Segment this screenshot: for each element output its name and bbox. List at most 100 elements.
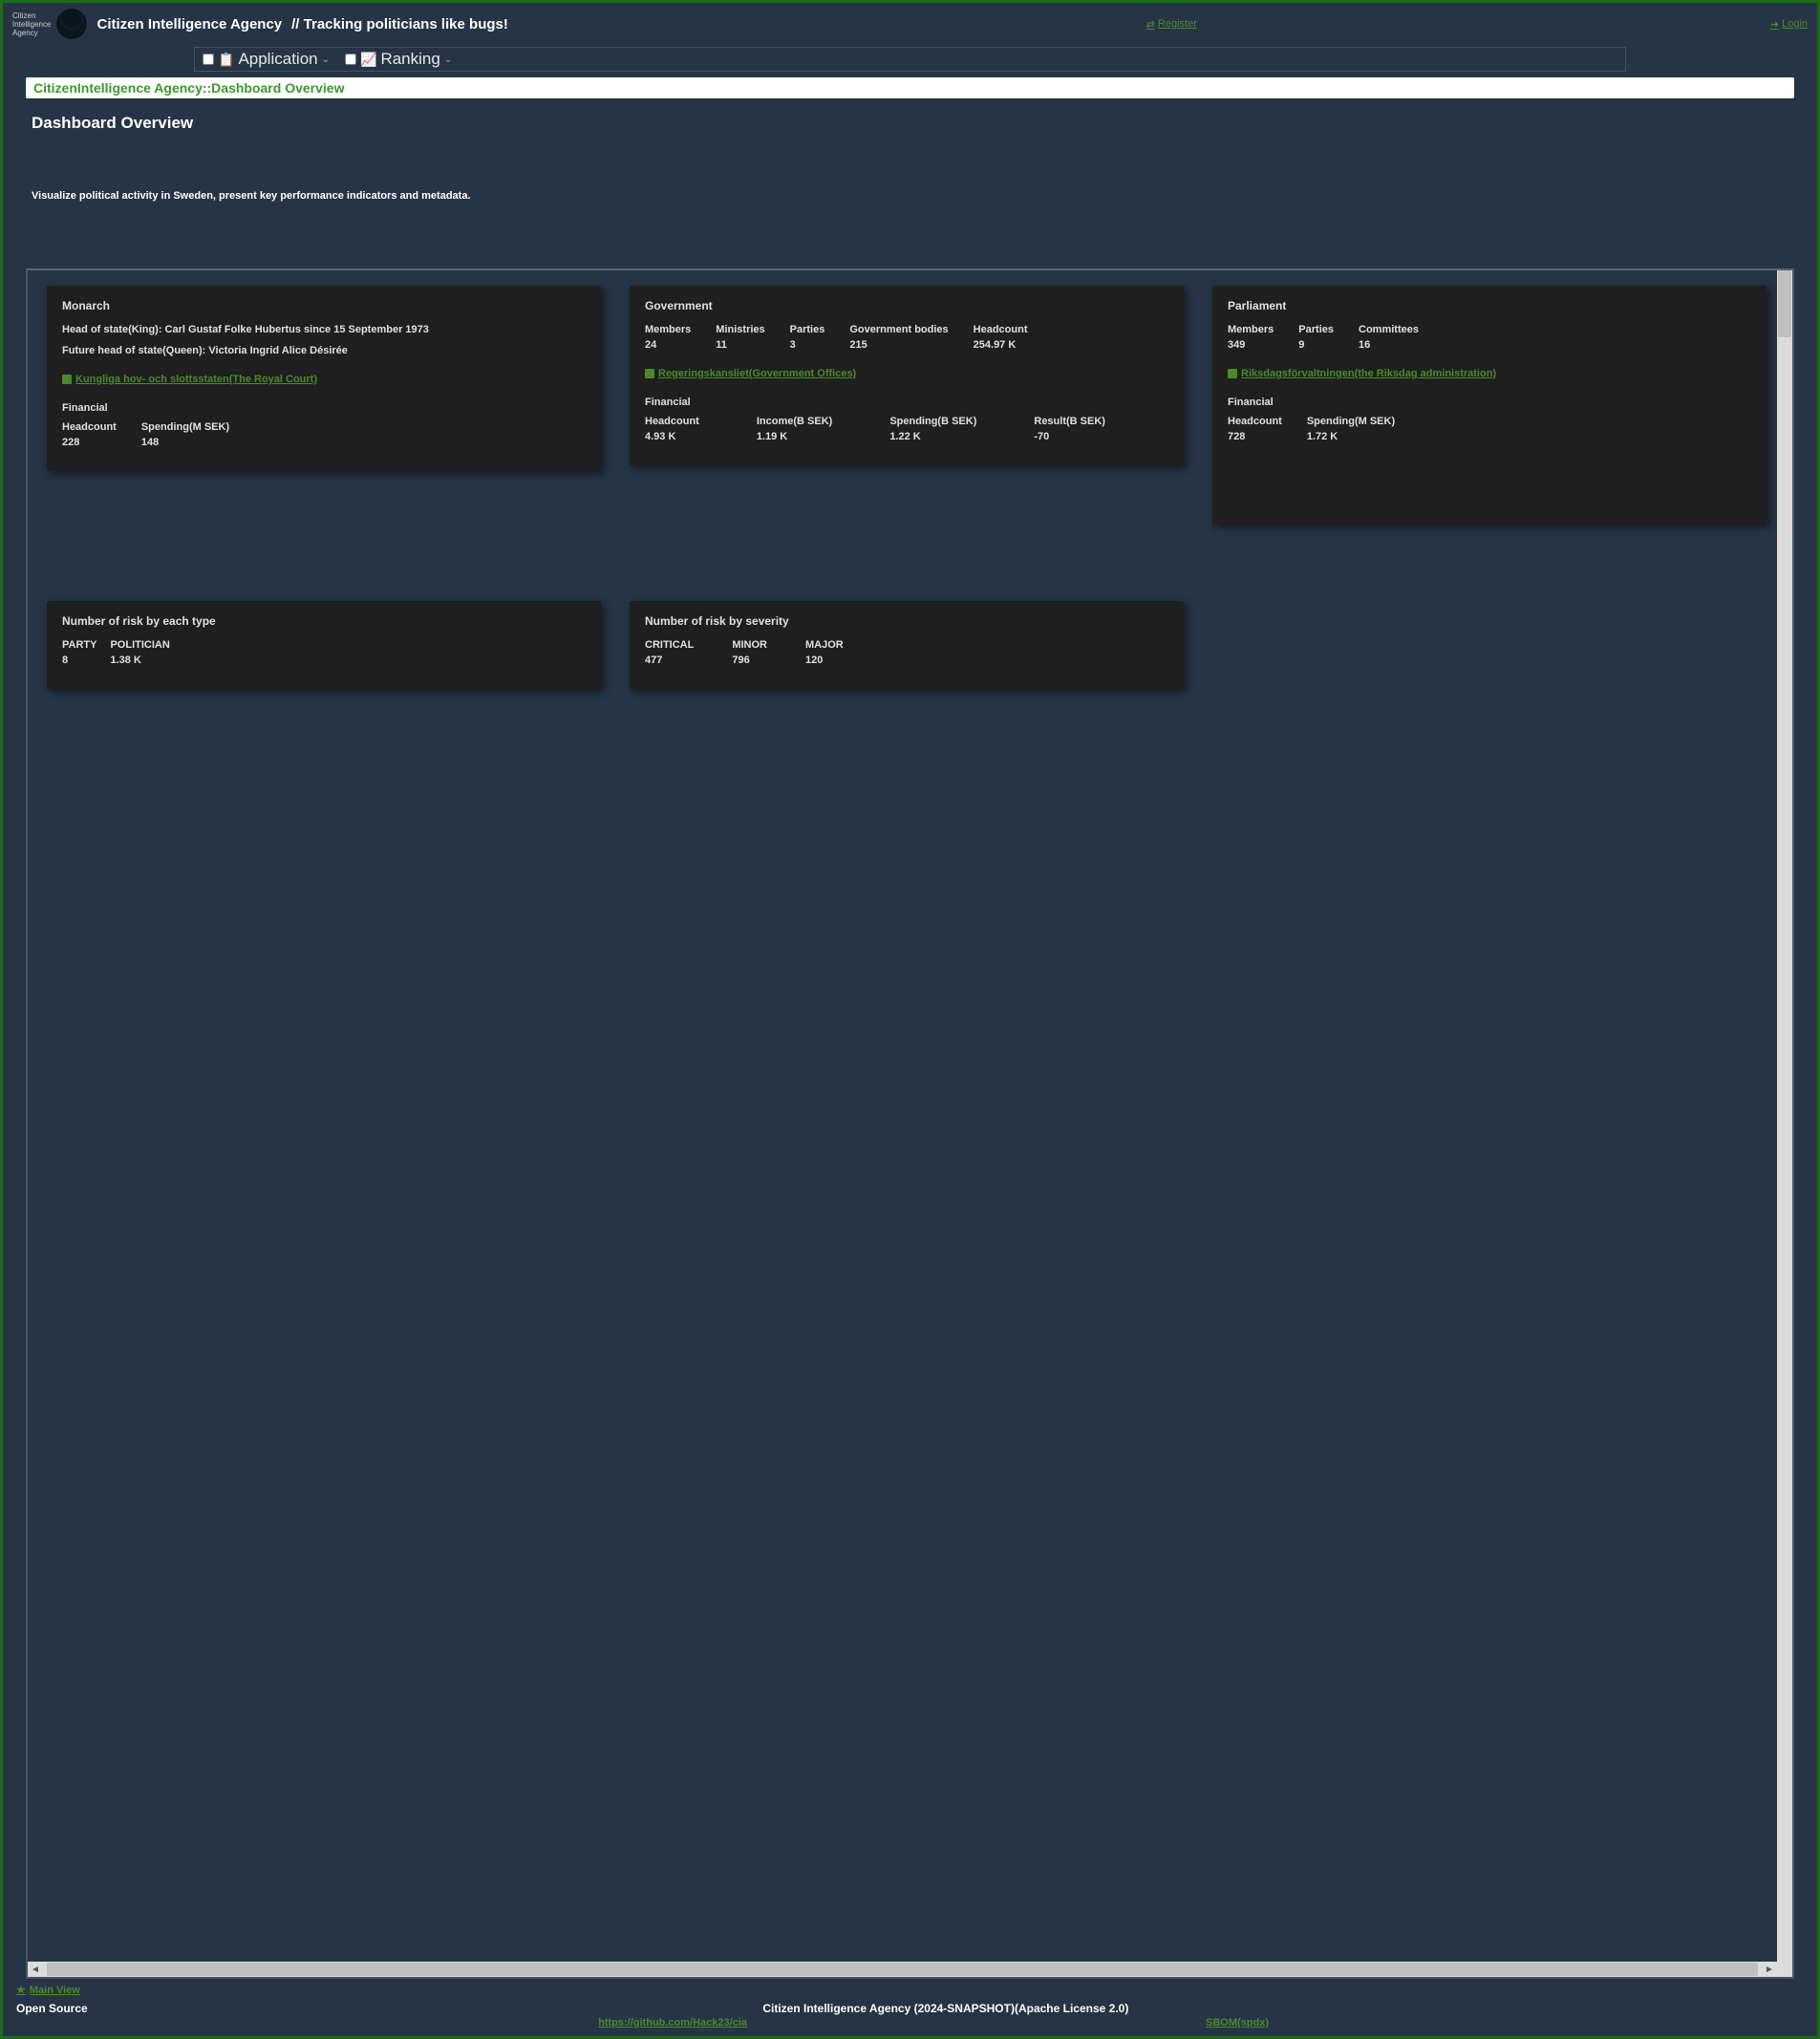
stat-value: 215 (849, 339, 948, 351)
star-icon: ★ (16, 1984, 26, 1996)
menu-application[interactable]: 📋 Application ⌄ (199, 50, 333, 69)
stat-label: Government bodies (849, 324, 948, 335)
stat-item: MAJOR 120 (805, 639, 844, 666)
stat-label: POLITICIAN (110, 639, 169, 651)
menu-application-label: Application (238, 50, 317, 69)
government-link[interactable]: Regeringskansliet(Government Offices) (645, 368, 856, 379)
scroll-corner (1777, 1962, 1792, 1977)
stat-item: Parties3 (790, 324, 825, 351)
monarch-link[interactable]: Kungliga hov- och slottsstaten(The Royal… (62, 374, 317, 385)
login-label: Login (1782, 18, 1808, 30)
login-link[interactable]: ➜ Login (1770, 18, 1808, 31)
stat-item: Spending(M SEK)1.72 K (1307, 416, 1395, 442)
github-link[interactable]: https://github.com/Hack23/cia (598, 2017, 747, 2028)
logo-text: Citizen Intelligence Agency (12, 11, 51, 37)
scroll-right-arrow[interactable]: ► (1762, 1962, 1777, 1977)
risk-severity-card: Number of risk by severity CRITICAL477 M… (630, 601, 1184, 689)
government-fin-stats: Headcount4.93 K Income(B SEK)1.19 K Spen… (645, 416, 1168, 442)
stat-label: Result(B SEK) (1034, 416, 1105, 427)
stat-value: 728 (1228, 431, 1282, 442)
stat-item: Ministries11 (716, 324, 764, 351)
monarch-financial-title: Financial (62, 402, 586, 414)
stat-value: 1.22 K (889, 431, 976, 442)
stat-value: 1.19 K (757, 431, 832, 442)
menu-ranking[interactable]: 📈 Ranking ⌄ (341, 50, 456, 69)
menu-application-check[interactable] (203, 54, 214, 65)
stat-label: Headcount (1228, 416, 1282, 427)
stat-label: Spending(B SEK) (889, 416, 976, 427)
stat-item: Government bodies 215 (849, 324, 948, 351)
monarch-stats: Headcount 228 Spending(M SEK)148 (62, 421, 586, 448)
stat-label: MINOR (732, 639, 767, 651)
stat-item: CRITICAL477 (645, 639, 694, 666)
stat-value: 16 (1359, 339, 1419, 351)
login-icon: ➜ (1770, 18, 1779, 31)
stat-label: MAJOR (805, 639, 844, 651)
stat-item: Spending(M SEK)148 (141, 421, 229, 448)
register-link[interactable]: ⇄ Register (1146, 18, 1197, 31)
risk-type-stats: PARTY 8 POLITICIAN 1.38 K (62, 639, 586, 666)
monarch-title: Monarch (62, 299, 586, 312)
stat-value: 1.72 K (1307, 431, 1395, 442)
scroll-left-arrow[interactable]: ◄ (28, 1962, 43, 1977)
stat-label: PARTY (62, 639, 96, 651)
parliament-link[interactable]: Riksdagsförvaltningen(the Riksdag admini… (1228, 368, 1496, 379)
monarch-head-of-state: Head of state(King): Carl Gustaf Folke H… (62, 324, 586, 335)
sbom-link[interactable]: SBOM(spdx) (1206, 2017, 1269, 2028)
stat-value: 228 (62, 437, 117, 448)
stat-item: Parties 9 (1298, 324, 1334, 351)
monarch-card: Monarch Head of state(King): Carl Gustaf… (47, 286, 601, 471)
stat-value: 11 (716, 339, 764, 351)
chevron-down-icon: ⌄ (444, 54, 452, 65)
parliament-card: Parliament Members349 Parties9 Committee… (1212, 286, 1766, 525)
stat-value: 254.97 K (974, 339, 1028, 351)
stat-label: Headcount (62, 421, 117, 433)
app-tagline: // Tracking politicians like bugs! (291, 16, 508, 32)
risk-severity-title: Number of risk by severity (645, 614, 1168, 628)
menu-ranking-check[interactable] (345, 54, 356, 65)
main-view-label: Main View (30, 1985, 80, 1996)
stat-value: 120 (805, 655, 844, 666)
stat-label: Committees (1359, 324, 1419, 335)
parliament-fin-stats: Headcount 728 Spending(M SEK)1.72 K (1228, 416, 1751, 442)
clipboard-icon: 📋 (218, 52, 234, 68)
stat-item: Headcount254.97 K (974, 324, 1028, 351)
stat-item: Committees 16 (1359, 324, 1419, 351)
stat-label: Parties (1298, 324, 1334, 335)
open-source-label: Open Source (16, 2002, 88, 2015)
risk-type-title: Number of risk by each type (62, 614, 586, 628)
parliament-financial-title: Financial (1228, 397, 1751, 408)
government-financial-title: Financial (645, 397, 1168, 408)
government-link-label: Regeringskansliet(Government Offices) (658, 368, 856, 379)
stat-item: Headcount 728 (1228, 416, 1282, 442)
stat-item: Result(B SEK) -70 (1034, 416, 1105, 442)
page-title: Dashboard Overview (32, 114, 1788, 133)
stat-label: Members (1228, 324, 1274, 335)
stat-value: -70 (1034, 431, 1105, 442)
logo-icon (56, 9, 87, 39)
stat-item: MINOR796 (732, 639, 767, 666)
government-title: Government (645, 299, 1168, 312)
building-icon (1228, 369, 1237, 378)
scrollbar-thumb[interactable] (47, 1963, 1758, 1976)
stat-item: Members349 (1228, 324, 1274, 351)
stat-item: Headcount 228 (62, 421, 117, 448)
scrollbar-thumb[interactable] (1778, 270, 1791, 337)
stat-value: 9 (1298, 339, 1334, 351)
stat-label: Income(B SEK) (757, 416, 832, 427)
parliament-link-label: Riksdagsförvaltningen(the Riksdag admini… (1241, 368, 1496, 379)
stat-value: 1.38 K (110, 655, 169, 666)
stat-item: Spending(B SEK) 1.22 K (889, 416, 976, 442)
main-view-link[interactable]: ★ Main View (16, 1984, 80, 1996)
dashboard-panel: Monarch Head of state(King): Carl Gustaf… (26, 268, 1794, 1979)
stat-value: 8 (62, 655, 96, 666)
stat-label: Parties (790, 324, 825, 335)
stat-label: Members (645, 324, 691, 335)
horizontal-scrollbar[interactable]: ◄ ► (28, 1962, 1777, 1977)
vertical-scrollbar[interactable] (1777, 270, 1792, 1962)
building-icon (62, 375, 72, 384)
risk-severity-stats: CRITICAL477 MINOR796 MAJOR 120 (645, 639, 1168, 666)
logo: Citizen Intelligence Agency (12, 9, 87, 39)
building-icon (645, 369, 654, 378)
app-title: Citizen Intelligence Agency (96, 16, 282, 32)
